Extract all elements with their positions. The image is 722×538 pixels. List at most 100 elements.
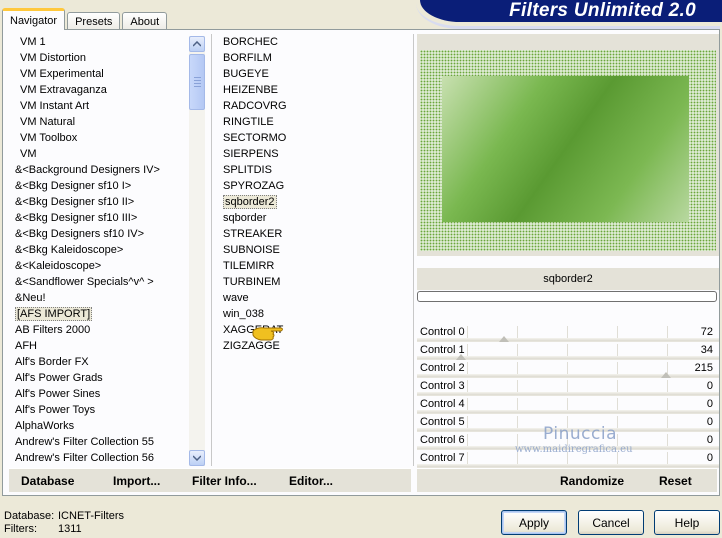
filter-item[interactable]: sqborder2	[217, 194, 411, 210]
randomize-link[interactable]: Randomize	[560, 474, 624, 488]
slider-track[interactable]	[417, 410, 719, 413]
category-item[interactable]: Andrew's Filter Collection 56	[9, 450, 187, 466]
preview-image[interactable]	[420, 50, 716, 251]
category-item[interactable]: Andrew's Filter Collection 55	[9, 434, 187, 450]
category-item[interactable]: VM Natural	[9, 114, 187, 130]
category-item-label: AFH	[15, 340, 37, 352]
category-item[interactable]: Alf's Border FX	[9, 354, 187, 370]
filter-item[interactable]: TILEMIRR	[217, 258, 411, 274]
filter-item[interactable]: SECTORMO	[217, 130, 411, 146]
category-item[interactable]: AB Filters 2000	[9, 322, 187, 338]
category-item[interactable]: VM Extravaganza	[9, 82, 187, 98]
filter-item-label: BORCHEC	[223, 36, 279, 48]
category-item[interactable]: AFH	[9, 338, 187, 354]
reset-link[interactable]: Reset	[659, 474, 692, 488]
category-item[interactable]: &<Kaleidoscope>	[9, 258, 187, 274]
slider-track[interactable]	[417, 464, 719, 467]
database-link[interactable]: Database	[21, 474, 74, 488]
filter-item[interactable]: SUBNOISE	[217, 242, 411, 258]
category-item[interactable]: &Neu!	[9, 290, 187, 306]
category-item[interactable]: Alf's Power Toys	[9, 402, 187, 418]
category-item[interactable]: &<Sandflower Specials^v^ >	[9, 274, 187, 290]
filter-item[interactable]: wave	[217, 290, 411, 306]
category-item[interactable]: VM Instant Art	[9, 98, 187, 114]
control-slider-row[interactable]: Control 4 0	[417, 396, 719, 414]
editor-link[interactable]: Editor...	[289, 474, 333, 488]
control-value: 0	[706, 380, 713, 392]
category-item[interactable]: [AFS IMPORT]	[9, 306, 187, 322]
category-item[interactable]: &<Bkg Designers sf10 IV>	[9, 226, 187, 242]
chevron-up-icon	[193, 41, 201, 47]
filter-item-label: RADCOVRG	[223, 100, 287, 112]
watermark-url: www.maidiregrafica.eu	[515, 444, 633, 455]
tab-presets[interactable]: Presets	[67, 12, 121, 30]
filter-item-label: sqborder2	[223, 195, 277, 209]
category-item-label: &<Bkg Designer sf10 II>	[15, 196, 135, 208]
filter-name-bar: sqborder2	[417, 268, 719, 290]
control-slider-row[interactable]: Control 2 215	[417, 360, 719, 378]
category-item[interactable]: Alf's Power Grads	[9, 370, 187, 386]
scroll-up-button[interactable]	[189, 36, 205, 52]
filter-item[interactable]: TURBINEM	[217, 274, 411, 290]
category-item-label: Alf's Power Sines	[15, 388, 101, 400]
filter-item[interactable]: BORFILM	[217, 50, 411, 66]
help-button[interactable]: Help	[654, 510, 720, 535]
control-label: Control 4	[420, 398, 465, 410]
category-list[interactable]: VM 1 VM Distortion VM Experimental VM Extra…	[9, 34, 187, 466]
control-value: 72	[700, 326, 713, 338]
filter-item[interactable]: SPLITDIS	[217, 162, 411, 178]
category-item-label: Alf's Border FX	[15, 356, 89, 368]
category-item-label: &<Bkg Kaleidoscope>	[15, 244, 124, 256]
category-item[interactable]: &<Bkg Designer sf10 II>	[9, 194, 187, 210]
filter-item[interactable]: SPYROZAG	[217, 178, 411, 194]
filter-item[interactable]: RINGTILE	[217, 114, 411, 130]
category-item[interactable]: &<Bkg Designer sf10 I>	[9, 178, 187, 194]
tab-navigator[interactable]: Navigator	[2, 8, 66, 30]
category-item[interactable]: &<Background Designers IV>	[9, 162, 187, 178]
slider-track[interactable]	[417, 338, 719, 341]
filter-item[interactable]: win_038	[217, 306, 411, 322]
apply-button[interactable]: Apply	[501, 510, 567, 535]
filter-item[interactable]: RADCOVRG	[217, 98, 411, 114]
category-item-label: VM Extravaganza	[20, 84, 107, 96]
scroll-down-button[interactable]	[189, 450, 205, 466]
filter-item[interactable]: SIERPENS	[217, 146, 411, 162]
control-label: Control 7	[420, 452, 465, 464]
title-banner: Filters Unlimited 2.0	[416, 0, 722, 29]
tab-about[interactable]: About	[122, 12, 168, 30]
filter-item[interactable]: ZIGZAGGE	[217, 338, 411, 354]
category-item[interactable]: AlphaWorks	[9, 418, 187, 434]
control-link-bar: Randomize Reset	[417, 468, 717, 492]
filter-item[interactable]: HEIZENBE	[217, 82, 411, 98]
filter-list[interactable]: BORCHEC BORFILM BUGEYE HEIZENBE RADCOVRG RING…	[217, 34, 411, 466]
filter-item-label: sqborder	[223, 212, 267, 224]
category-item[interactable]: Alf's Power Sines	[9, 386, 187, 402]
control-slider-row[interactable]: Control 1 34	[417, 342, 719, 360]
category-item[interactable]: VM Experimental	[9, 66, 187, 82]
filter-item[interactable]: STREAKER	[217, 226, 411, 242]
import-link[interactable]: Import...	[113, 474, 160, 488]
scroll-thumb[interactable]	[189, 54, 205, 110]
category-item[interactable]: &<Bkg Designer sf10 III>	[9, 210, 187, 226]
filter-item[interactable]: BUGEYE	[217, 66, 411, 82]
category-item[interactable]: VM 1	[9, 34, 187, 50]
database-value: ICNET-Filters	[58, 510, 124, 522]
control-label: Control 0	[420, 326, 465, 338]
control-slider-row[interactable]: Control 0 72	[417, 324, 719, 342]
filter-item[interactable]: BORCHEC	[217, 34, 411, 50]
slider-track[interactable]	[417, 374, 719, 377]
slider-track[interactable]	[417, 392, 719, 395]
category-item[interactable]: VM Distortion	[9, 50, 187, 66]
control-value: 0	[706, 452, 713, 464]
category-item[interactable]: VM	[9, 146, 187, 162]
filter-item[interactable]: XAGGERAT	[217, 322, 411, 338]
control-slider-row[interactable]: Control 3 0	[417, 378, 719, 396]
category-scrollbar[interactable]	[189, 36, 205, 466]
cancel-button[interactable]: Cancel	[578, 510, 644, 535]
filter-item-label: BORFILM	[223, 52, 272, 64]
filter-item-label: SECTORMO	[223, 132, 287, 144]
category-item[interactable]: &<Bkg Kaleidoscope>	[9, 242, 187, 258]
filter-item[interactable]: sqborder	[217, 210, 411, 226]
category-item[interactable]: VM Toolbox	[9, 130, 187, 146]
filter-info-link[interactable]: Filter Info...	[192, 474, 257, 488]
